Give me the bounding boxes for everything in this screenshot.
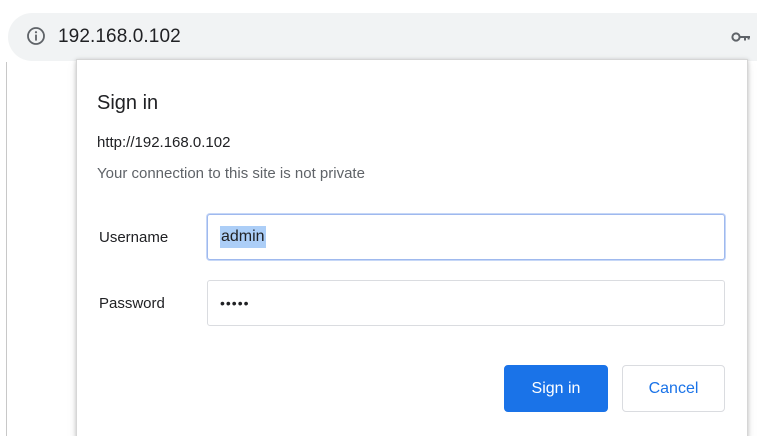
password-label: Password (99, 295, 165, 312)
password-value[interactable]: ••••• (220, 291, 250, 315)
connection-warning: Your connection to this site is not priv… (97, 165, 365, 182)
address-url[interactable]: 192.168.0.102 (58, 24, 181, 50)
site-origin: http://192.168.0.102 (97, 134, 231, 151)
sign-in-dialog: Sign in http://192.168.0.102 Your connec… (76, 59, 748, 436)
cancel-button[interactable]: Cancel (622, 365, 725, 412)
username-label: Username (99, 229, 169, 246)
password-field[interactable]: ••••• (207, 280, 725, 326)
key-icon[interactable] (731, 30, 751, 42)
browser-window: 192.168.0.102 Sign in http://192.168.0.1… (0, 0, 757, 436)
sign-in-button[interactable]: Sign in (504, 365, 608, 412)
username-value[interactable]: admin (220, 226, 266, 248)
address-bar[interactable]: 192.168.0.102 (8, 13, 757, 61)
info-icon[interactable] (26, 26, 46, 46)
window-border (6, 62, 7, 436)
dialog-title: Sign in (97, 92, 159, 114)
username-field[interactable]: admin (207, 214, 725, 260)
